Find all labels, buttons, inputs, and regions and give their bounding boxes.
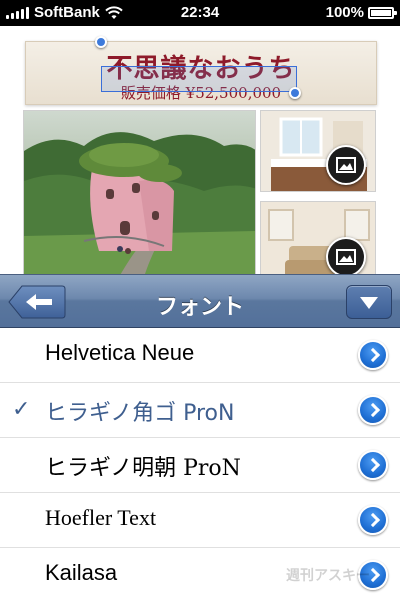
image-options-button-2[interactable] (326, 237, 366, 274)
image-options-button-1[interactable] (326, 145, 366, 185)
font-list: Helvetica Neue ✓ ヒラギノ角ゴ ProN ヒラギノ明朝 ProN… (0, 328, 400, 600)
dropdown-button[interactable] (346, 285, 392, 319)
battery-percent: 100% (325, 4, 364, 21)
disclosure-arrow-icon[interactable] (358, 395, 388, 425)
watermark: 週刊アスキー (286, 568, 370, 584)
disclosure-arrow-icon[interactable] (358, 340, 388, 370)
house-photo[interactable] (23, 110, 256, 274)
selection-handle-end[interactable] (289, 87, 301, 99)
checkmark-icon: ✓ (12, 397, 31, 422)
text-selection (101, 66, 297, 92)
selection-handle-start[interactable] (95, 36, 107, 48)
house-photo-image (24, 111, 255, 274)
image-icon (336, 157, 356, 173)
document-canvas: 不思議なおうち 販売価格 ¥52,500,000 (0, 26, 400, 274)
image-icon (336, 249, 356, 265)
font-name: ヒラギノ角ゴ ProN (45, 401, 235, 426)
font-name: ヒラギノ明朝 ProN (45, 456, 241, 481)
font-row-hiragino-kaku-gothic[interactable]: ✓ ヒラギノ角ゴ ProN (0, 383, 400, 438)
font-row-hoefler-text[interactable]: Hoefler Text (0, 493, 400, 548)
font-popover-header: フォント (0, 274, 400, 328)
font-row-helvetica-neue[interactable]: Helvetica Neue (0, 328, 400, 383)
battery-icon (368, 6, 397, 19)
status-bar: SoftBank 22:34 100% (0, 0, 400, 26)
disclosure-arrow-icon[interactable] (358, 505, 388, 535)
font-name: Hoefler Text (45, 505, 157, 530)
font-row-hiragino-mincho[interactable]: ヒラギノ明朝 ProN (0, 438, 400, 493)
triangle-down-icon (360, 297, 378, 309)
battery-group: 100% (325, 4, 397, 21)
battery-fill (371, 9, 391, 16)
font-name: Kailasa (45, 560, 118, 585)
disclosure-arrow-icon[interactable] (358, 450, 388, 480)
font-name: Helvetica Neue (45, 340, 195, 365)
popover-title: フォント (155, 295, 244, 320)
